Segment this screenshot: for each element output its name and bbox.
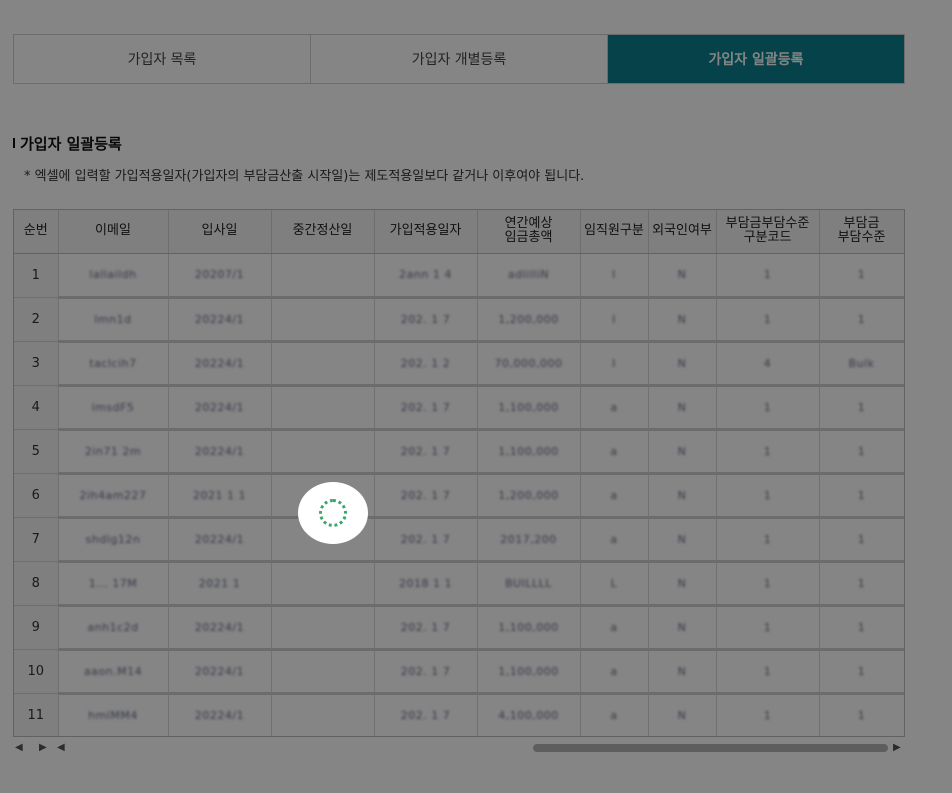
loading-overlay [0, 0, 952, 793]
loading-spinner-container [298, 482, 368, 544]
loading-spinner-icon [319, 499, 347, 527]
